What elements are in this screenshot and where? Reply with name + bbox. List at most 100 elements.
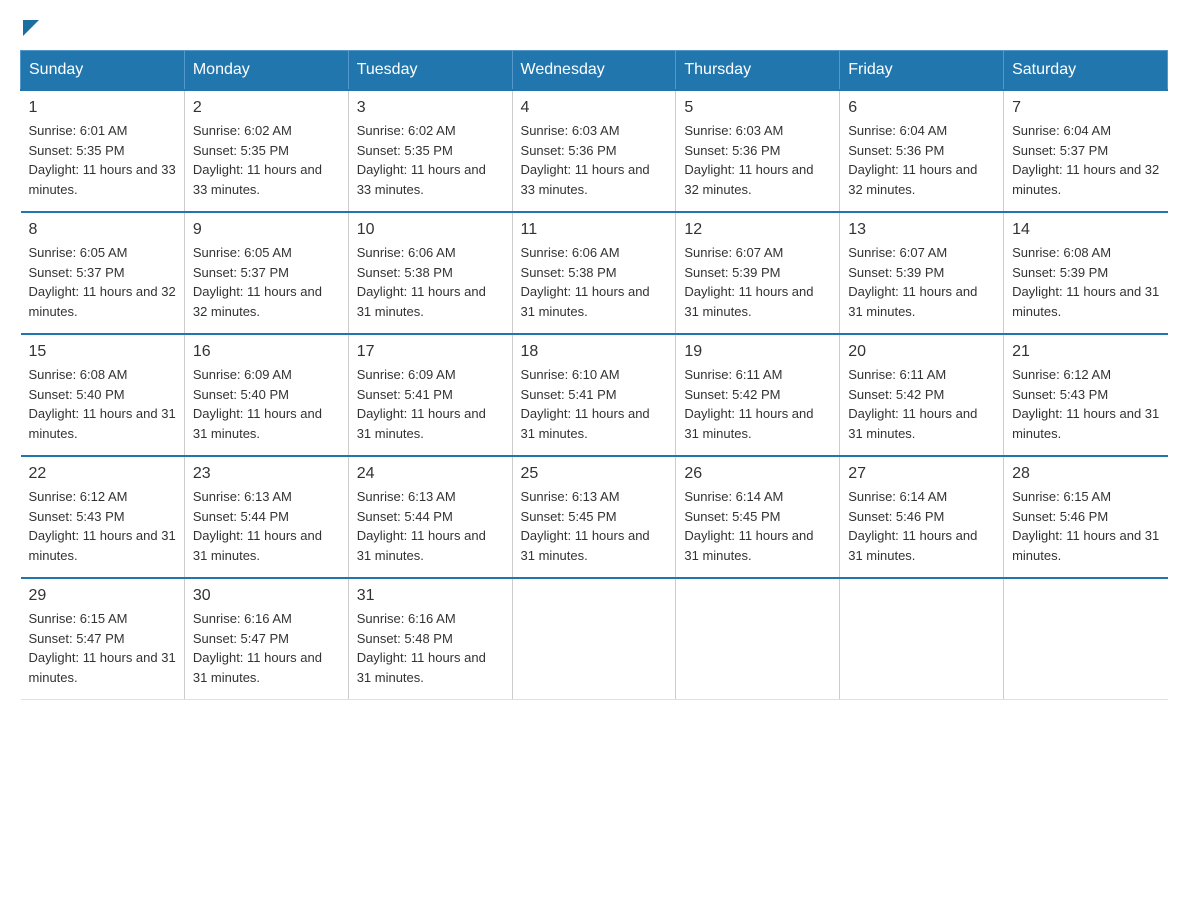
- weekday-header-monday: Monday: [184, 51, 348, 91]
- day-number: 22: [29, 465, 176, 483]
- day-number: 16: [193, 343, 340, 361]
- calendar-cell: 18 Sunrise: 6:10 AM Sunset: 5:41 PM Dayl…: [512, 334, 676, 456]
- day-number: 3: [357, 99, 504, 117]
- weekday-header-thursday: Thursday: [676, 51, 840, 91]
- calendar-week-4: 22 Sunrise: 6:12 AM Sunset: 5:43 PM Dayl…: [21, 456, 1168, 578]
- day-number: 18: [521, 343, 668, 361]
- calendar-cell: 25 Sunrise: 6:13 AM Sunset: 5:45 PM Dayl…: [512, 456, 676, 578]
- day-info: Sunrise: 6:02 AM Sunset: 5:35 PM Dayligh…: [193, 121, 340, 199]
- day-number: 24: [357, 465, 504, 483]
- day-number: 20: [848, 343, 995, 361]
- calendar-cell: 17 Sunrise: 6:09 AM Sunset: 5:41 PM Dayl…: [348, 334, 512, 456]
- day-number: 7: [1012, 99, 1159, 117]
- day-info: Sunrise: 6:05 AM Sunset: 5:37 PM Dayligh…: [29, 243, 176, 321]
- calendar-cell: 5 Sunrise: 6:03 AM Sunset: 5:36 PM Dayli…: [676, 90, 840, 212]
- weekday-header-friday: Friday: [840, 51, 1004, 91]
- day-info: Sunrise: 6:13 AM Sunset: 5:45 PM Dayligh…: [521, 487, 668, 565]
- calendar-cell: 21 Sunrise: 6:12 AM Sunset: 5:43 PM Dayl…: [1004, 334, 1168, 456]
- calendar-cell: 16 Sunrise: 6:09 AM Sunset: 5:40 PM Dayl…: [184, 334, 348, 456]
- calendar-table: SundayMondayTuesdayWednesdayThursdayFrid…: [20, 50, 1168, 700]
- calendar-cell: 12 Sunrise: 6:07 AM Sunset: 5:39 PM Dayl…: [676, 212, 840, 334]
- day-info: Sunrise: 6:11 AM Sunset: 5:42 PM Dayligh…: [684, 365, 831, 443]
- day-number: 27: [848, 465, 995, 483]
- day-info: Sunrise: 6:09 AM Sunset: 5:41 PM Dayligh…: [357, 365, 504, 443]
- calendar-cell: 31 Sunrise: 6:16 AM Sunset: 5:48 PM Dayl…: [348, 578, 512, 700]
- calendar-cell: 13 Sunrise: 6:07 AM Sunset: 5:39 PM Dayl…: [840, 212, 1004, 334]
- calendar-cell: 8 Sunrise: 6:05 AM Sunset: 5:37 PM Dayli…: [21, 212, 185, 334]
- day-info: Sunrise: 6:06 AM Sunset: 5:38 PM Dayligh…: [357, 243, 504, 321]
- calendar-cell: 26 Sunrise: 6:14 AM Sunset: 5:45 PM Dayl…: [676, 456, 840, 578]
- calendar-cell: 30 Sunrise: 6:16 AM Sunset: 5:47 PM Dayl…: [184, 578, 348, 700]
- calendar-cell: [840, 578, 1004, 700]
- day-number: 29: [29, 587, 176, 605]
- day-number: 9: [193, 221, 340, 239]
- calendar-cell: [512, 578, 676, 700]
- weekday-header-wednesday: Wednesday: [512, 51, 676, 91]
- day-number: 10: [357, 221, 504, 239]
- day-info: Sunrise: 6:02 AM Sunset: 5:35 PM Dayligh…: [357, 121, 504, 199]
- day-number: 15: [29, 343, 176, 361]
- calendar-cell: [676, 578, 840, 700]
- day-number: 5: [684, 99, 831, 117]
- day-info: Sunrise: 6:14 AM Sunset: 5:45 PM Dayligh…: [684, 487, 831, 565]
- calendar-cell: 29 Sunrise: 6:15 AM Sunset: 5:47 PM Dayl…: [21, 578, 185, 700]
- day-number: 14: [1012, 221, 1159, 239]
- calendar-body: 1 Sunrise: 6:01 AM Sunset: 5:35 PM Dayli…: [21, 90, 1168, 700]
- day-number: 28: [1012, 465, 1159, 483]
- calendar-cell: 19 Sunrise: 6:11 AM Sunset: 5:42 PM Dayl…: [676, 334, 840, 456]
- calendar-week-1: 1 Sunrise: 6:01 AM Sunset: 5:35 PM Dayli…: [21, 90, 1168, 212]
- calendar-cell: [1004, 578, 1168, 700]
- calendar-cell: 11 Sunrise: 6:06 AM Sunset: 5:38 PM Dayl…: [512, 212, 676, 334]
- day-info: Sunrise: 6:09 AM Sunset: 5:40 PM Dayligh…: [193, 365, 340, 443]
- calendar-cell: 2 Sunrise: 6:02 AM Sunset: 5:35 PM Dayli…: [184, 90, 348, 212]
- calendar-cell: 22 Sunrise: 6:12 AM Sunset: 5:43 PM Dayl…: [21, 456, 185, 578]
- day-info: Sunrise: 6:03 AM Sunset: 5:36 PM Dayligh…: [684, 121, 831, 199]
- day-info: Sunrise: 6:08 AM Sunset: 5:39 PM Dayligh…: [1012, 243, 1159, 321]
- calendar-cell: 14 Sunrise: 6:08 AM Sunset: 5:39 PM Dayl…: [1004, 212, 1168, 334]
- day-info: Sunrise: 6:05 AM Sunset: 5:37 PM Dayligh…: [193, 243, 340, 321]
- day-number: 8: [29, 221, 176, 239]
- page-header: [20, 20, 1168, 34]
- day-number: 23: [193, 465, 340, 483]
- day-info: Sunrise: 6:16 AM Sunset: 5:48 PM Dayligh…: [357, 609, 504, 687]
- weekday-header-sunday: Sunday: [21, 51, 185, 91]
- calendar-header: SundayMondayTuesdayWednesdayThursdayFrid…: [21, 51, 1168, 91]
- day-number: 21: [1012, 343, 1159, 361]
- day-info: Sunrise: 6:01 AM Sunset: 5:35 PM Dayligh…: [29, 121, 176, 199]
- weekday-header-saturday: Saturday: [1004, 51, 1168, 91]
- day-info: Sunrise: 6:12 AM Sunset: 5:43 PM Dayligh…: [1012, 365, 1159, 443]
- day-number: 11: [521, 221, 668, 239]
- weekday-header-tuesday: Tuesday: [348, 51, 512, 91]
- day-info: Sunrise: 6:16 AM Sunset: 5:47 PM Dayligh…: [193, 609, 340, 687]
- day-info: Sunrise: 6:07 AM Sunset: 5:39 PM Dayligh…: [684, 243, 831, 321]
- day-info: Sunrise: 6:15 AM Sunset: 5:46 PM Dayligh…: [1012, 487, 1159, 565]
- calendar-week-3: 15 Sunrise: 6:08 AM Sunset: 5:40 PM Dayl…: [21, 334, 1168, 456]
- day-number: 1: [29, 99, 176, 117]
- calendar-cell: 9 Sunrise: 6:05 AM Sunset: 5:37 PM Dayli…: [184, 212, 348, 334]
- day-number: 31: [357, 587, 504, 605]
- day-number: 12: [684, 221, 831, 239]
- calendar-cell: 6 Sunrise: 6:04 AM Sunset: 5:36 PM Dayli…: [840, 90, 1004, 212]
- day-info: Sunrise: 6:04 AM Sunset: 5:37 PM Dayligh…: [1012, 121, 1159, 199]
- calendar-cell: 15 Sunrise: 6:08 AM Sunset: 5:40 PM Dayl…: [21, 334, 185, 456]
- day-number: 26: [684, 465, 831, 483]
- logo: [20, 20, 39, 34]
- calendar-cell: 23 Sunrise: 6:13 AM Sunset: 5:44 PM Dayl…: [184, 456, 348, 578]
- day-number: 17: [357, 343, 504, 361]
- calendar-cell: 1 Sunrise: 6:01 AM Sunset: 5:35 PM Dayli…: [21, 90, 185, 212]
- day-info: Sunrise: 6:12 AM Sunset: 5:43 PM Dayligh…: [29, 487, 176, 565]
- calendar-cell: 7 Sunrise: 6:04 AM Sunset: 5:37 PM Dayli…: [1004, 90, 1168, 212]
- calendar-cell: 28 Sunrise: 6:15 AM Sunset: 5:46 PM Dayl…: [1004, 456, 1168, 578]
- day-info: Sunrise: 6:03 AM Sunset: 5:36 PM Dayligh…: [521, 121, 668, 199]
- calendar-cell: 20 Sunrise: 6:11 AM Sunset: 5:42 PM Dayl…: [840, 334, 1004, 456]
- day-number: 19: [684, 343, 831, 361]
- day-info: Sunrise: 6:04 AM Sunset: 5:36 PM Dayligh…: [848, 121, 995, 199]
- day-info: Sunrise: 6:13 AM Sunset: 5:44 PM Dayligh…: [357, 487, 504, 565]
- day-number: 30: [193, 587, 340, 605]
- calendar-cell: 24 Sunrise: 6:13 AM Sunset: 5:44 PM Dayl…: [348, 456, 512, 578]
- day-number: 2: [193, 99, 340, 117]
- calendar-cell: 10 Sunrise: 6:06 AM Sunset: 5:38 PM Dayl…: [348, 212, 512, 334]
- day-number: 25: [521, 465, 668, 483]
- day-info: Sunrise: 6:11 AM Sunset: 5:42 PM Dayligh…: [848, 365, 995, 443]
- calendar-week-2: 8 Sunrise: 6:05 AM Sunset: 5:37 PM Dayli…: [21, 212, 1168, 334]
